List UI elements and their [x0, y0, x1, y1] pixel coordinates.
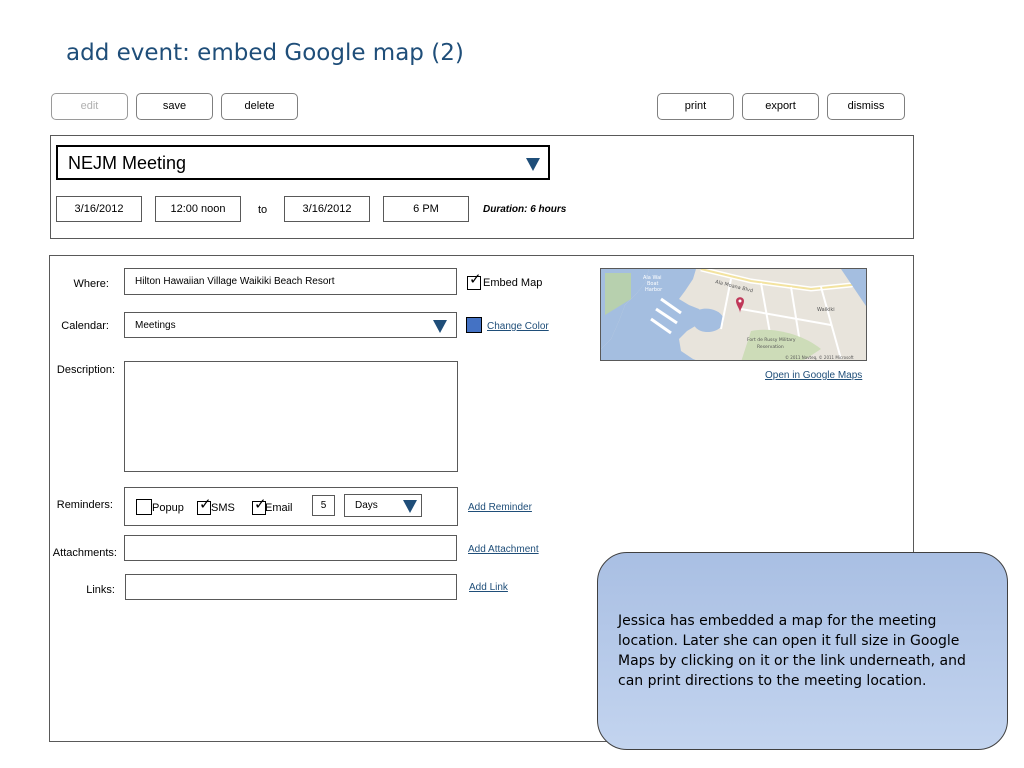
edit-button[interactable]: edit: [51, 93, 128, 120]
page-title: add event: embed Google map (2): [66, 40, 464, 66]
event-title-select[interactable]: NEJM Meeting: [56, 145, 550, 180]
description-textarea[interactable]: [124, 361, 458, 472]
end-time-field[interactable]: 6 PM: [383, 196, 469, 222]
where-value: Hilton Hawaiian Village Waikiki Beach Re…: [135, 276, 335, 287]
chevron-down-icon: [526, 158, 540, 171]
event-title-value: NEJM Meeting: [68, 153, 187, 173]
embed-map-checkbox[interactable]: ✓: [467, 272, 482, 290]
change-color-link[interactable]: Change Color: [487, 321, 549, 332]
calendar-color-swatch[interactable]: [466, 317, 482, 333]
start-date-field[interactable]: 3/16/2012: [56, 196, 142, 222]
chevron-down-icon: [433, 320, 447, 333]
annotation-callout: Jessica has embedded a map for the meeti…: [597, 552, 1008, 750]
map-image: Ala Wai Boat Harbor Ala Moana Blvd Fort …: [601, 269, 866, 360]
sms-checkbox[interactable]: ✓: [197, 497, 212, 515]
export-button[interactable]: export: [742, 93, 819, 120]
delete-button[interactable]: delete: [221, 93, 298, 120]
dismiss-button[interactable]: dismiss: [827, 93, 905, 120]
open-in-google-maps-link[interactable]: Open in Google Maps: [765, 370, 862, 381]
reminders-label: Reminders:: [56, 499, 113, 511]
reminder-unit-value: Days: [355, 500, 378, 511]
attachments-input[interactable]: [124, 535, 457, 561]
email-label: Email: [265, 502, 293, 514]
check-icon: ✓: [469, 270, 482, 288]
end-date-field[interactable]: 3/16/2012: [284, 196, 370, 222]
reminder-unit-select[interactable]: Days: [344, 494, 422, 517]
embed-map-label: Embed Map: [483, 277, 543, 289]
popup-checkbox[interactable]: [136, 499, 152, 515]
start-time-field[interactable]: 12:00 noon: [155, 196, 241, 222]
embedded-map[interactable]: Ala Wai Boat Harbor Ala Moana Blvd Fort …: [600, 268, 867, 361]
print-button[interactable]: print: [657, 93, 734, 120]
map-label-reservation: Reservation: [757, 344, 784, 350]
attachments-label: Attachments:: [52, 547, 117, 559]
map-copyright: © 2011 Navteq, © 2011 Microsoft: [785, 355, 854, 360]
links-input[interactable]: [125, 574, 457, 600]
popup-label: Popup: [152, 502, 184, 514]
where-input[interactable]: Hilton Hawaiian Village Waikiki Beach Re…: [124, 268, 457, 295]
links-label: Links:: [86, 584, 115, 596]
calendar-label: Calendar:: [61, 320, 109, 332]
check-icon: ✓: [199, 495, 212, 513]
map-label-area3: Harbor: [645, 287, 663, 293]
sms-label: SMS: [211, 502, 235, 514]
email-checkbox[interactable]: ✓: [252, 497, 267, 515]
add-attachment-link[interactable]: Add Attachment: [468, 544, 539, 555]
calendar-select[interactable]: Meetings: [124, 312, 457, 338]
save-button[interactable]: save: [136, 93, 213, 120]
description-label: Description:: [56, 364, 115, 376]
duration-label: Duration: 6 hours: [483, 204, 567, 215]
to-label: to: [258, 204, 268, 216]
reminder-amount-field[interactable]: 5: [312, 495, 335, 516]
annotation-text: Jessica has embedded a map for the meeti…: [618, 613, 966, 689]
where-label: Where:: [73, 278, 109, 290]
add-reminder-link[interactable]: Add Reminder: [468, 502, 532, 513]
calendar-value: Meetings: [135, 320, 176, 331]
add-link-link[interactable]: Add Link: [469, 582, 508, 593]
chevron-down-icon: [403, 500, 417, 513]
map-label-waikiki: Waikiki: [817, 307, 835, 313]
map-label-fort: Fort de Russy Military: [747, 337, 796, 343]
